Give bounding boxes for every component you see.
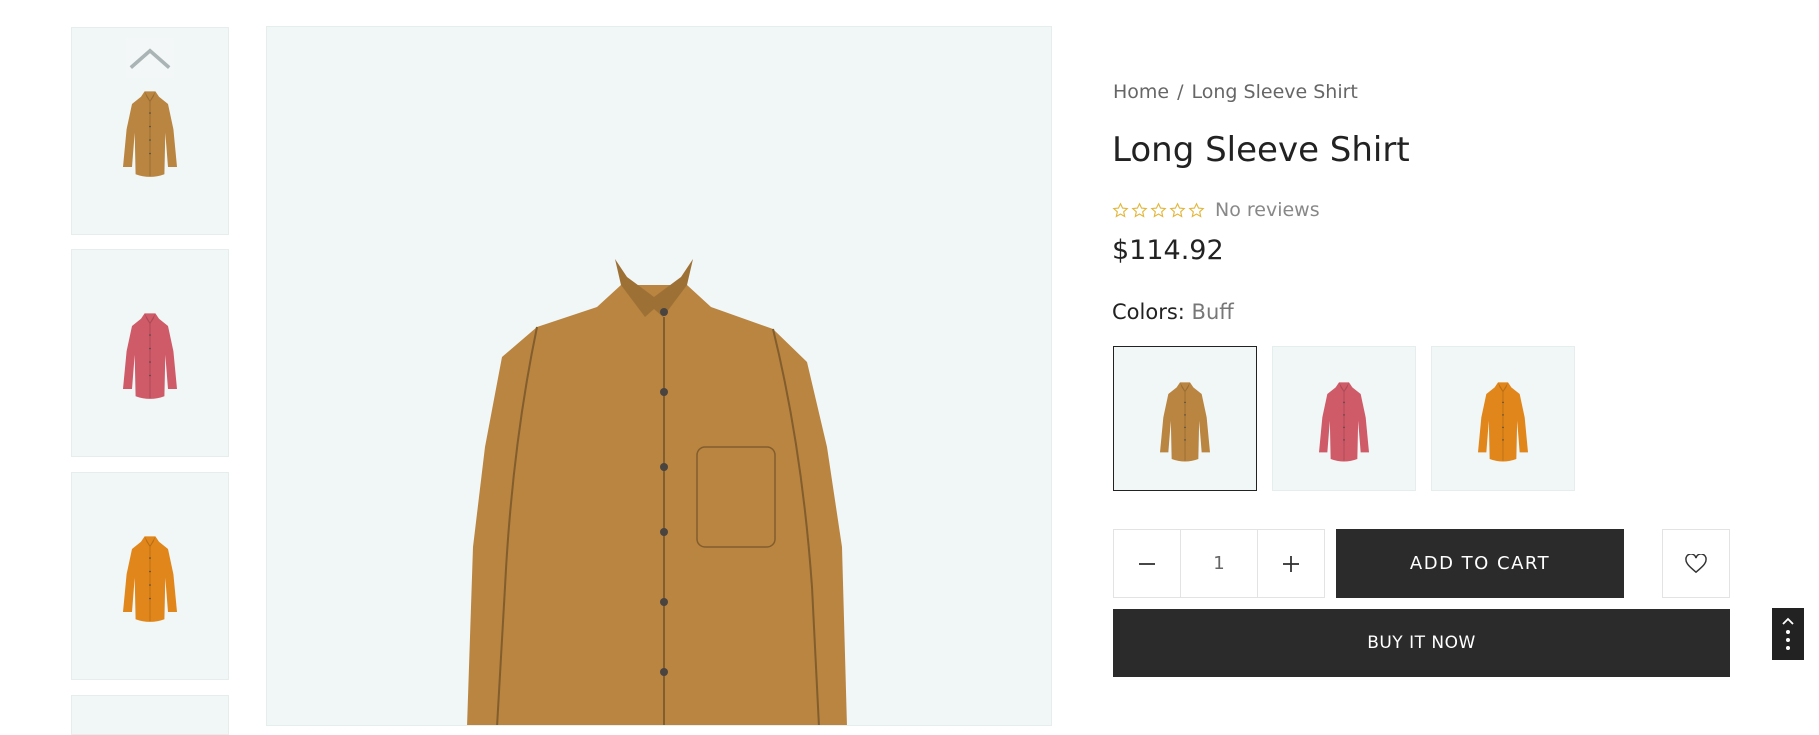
rating-stars bbox=[1112, 201, 1205, 219]
quantity-input[interactable]: 1 bbox=[1179, 530, 1259, 597]
plus-icon bbox=[1283, 555, 1300, 572]
shirt-button-6 bbox=[660, 668, 668, 676]
thumbnail-scroll-up-button[interactable] bbox=[126, 38, 174, 78]
main-product-image[interactable] bbox=[266, 26, 1052, 726]
breadcrumb-separator: / bbox=[1177, 81, 1184, 103]
color-swatch-orange[interactable] bbox=[1431, 346, 1575, 491]
shirt-image bbox=[123, 313, 177, 399]
chevron-up-icon bbox=[1782, 617, 1794, 625]
reviews-count: No reviews bbox=[1215, 199, 1320, 221]
selected-color-name: Buff bbox=[1191, 300, 1234, 324]
shirt-button-2 bbox=[660, 388, 668, 396]
breadcrumb: Home / Long Sleeve Shirt bbox=[1113, 81, 1358, 107]
thumbnail-buff[interactable] bbox=[71, 27, 229, 235]
thumbnail-next[interactable] bbox=[71, 695, 229, 735]
main-shirt-image bbox=[467, 259, 847, 725]
star-icon bbox=[1150, 201, 1167, 218]
quantity-increase-button[interactable] bbox=[1258, 530, 1324, 597]
breadcrumb-current: Long Sleeve Shirt bbox=[1191, 81, 1358, 103]
quantity-stepper: 1 bbox=[1113, 529, 1325, 598]
shirt-button-4 bbox=[660, 528, 668, 536]
wishlist-button[interactable] bbox=[1662, 529, 1730, 598]
star-icon bbox=[1188, 201, 1205, 218]
swatch-shirt-image bbox=[1319, 381, 1369, 461]
shirt-image bbox=[123, 536, 177, 622]
color-swatch-pink[interactable] bbox=[1272, 346, 1416, 491]
thumbnail-orange[interactable] bbox=[71, 472, 229, 680]
more-vertical-icon bbox=[1786, 630, 1790, 650]
color-swatch-buff[interactable] bbox=[1113, 346, 1257, 491]
floating-scroll-button[interactable] bbox=[1772, 608, 1804, 660]
thumbnail-pink[interactable] bbox=[71, 249, 229, 457]
heart-icon bbox=[1685, 553, 1707, 573]
swatch-shirt-image bbox=[1160, 381, 1210, 461]
breadcrumb-home-link[interactable]: Home bbox=[1113, 81, 1169, 103]
product-rating[interactable]: No reviews bbox=[1112, 198, 1320, 222]
star-icon bbox=[1169, 201, 1186, 218]
buy-it-now-button[interactable]: BUY IT NOW bbox=[1113, 609, 1730, 677]
shirt-button-5 bbox=[660, 598, 668, 606]
color-label-text: Colors: bbox=[1112, 300, 1185, 324]
shirt-button-1 bbox=[660, 308, 668, 316]
color-label: Colors: Buff bbox=[1112, 300, 1234, 330]
shirt-button-3 bbox=[660, 463, 668, 471]
star-icon bbox=[1112, 201, 1129, 218]
minus-icon bbox=[1138, 562, 1155, 565]
product-price: $114.92 bbox=[1112, 235, 1224, 266]
swatch-shirt-image bbox=[1478, 381, 1528, 461]
product-title: Long Sleeve Shirt bbox=[1112, 130, 1410, 170]
quantity-decrease-button[interactable] bbox=[1114, 530, 1180, 597]
chevron-up-icon bbox=[129, 48, 171, 69]
star-icon bbox=[1131, 201, 1148, 218]
add-to-cart-button[interactable]: ADD TO CART bbox=[1336, 529, 1624, 598]
